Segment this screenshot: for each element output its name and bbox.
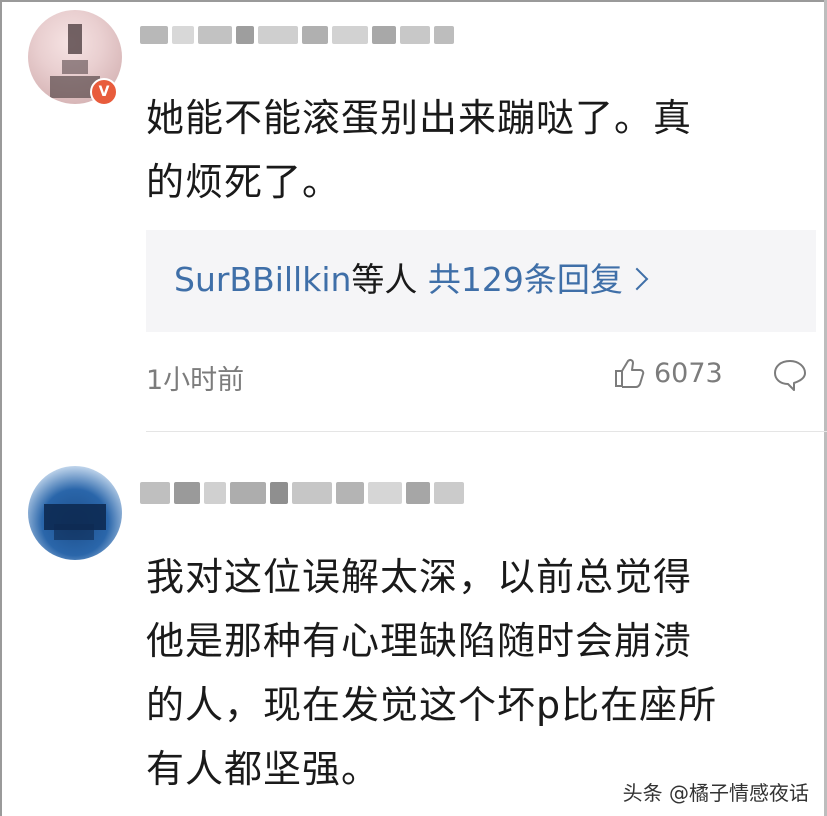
replies-preview-box[interactable]: SurBBillkin等人 共129条回复 <box>146 230 816 332</box>
like-button[interactable]: 6073 <box>612 356 723 390</box>
comment-text-line: 她能不能滚蛋别出来蹦哒了。真 <box>146 96 693 140</box>
comment-divider <box>146 431 827 432</box>
comment-text-line: 我对这位误解太深，以前总觉得 <box>146 555 693 599</box>
reply-count-link[interactable]: 共129条回复 <box>428 260 623 299</box>
reply-user-link[interactable]: SurBBillkin <box>174 260 351 299</box>
frame-border-top <box>0 0 827 2</box>
comment-text-line: 的烦死了。 <box>146 160 342 204</box>
thumbs-up-icon <box>615 358 645 388</box>
comment-text-line: 他是那种有心理缺陷随时会崩溃 <box>146 619 693 663</box>
comment-text-line: 的人，现在发觉这个坏p比在座所 <box>146 683 718 727</box>
watermark: 头条 @橘子情感夜话 <box>622 781 809 805</box>
chevron-right-icon <box>625 267 649 291</box>
comment-text-line: 有人都坚强。 <box>146 747 381 791</box>
like-count: 6073 <box>654 357 723 389</box>
speech-bubble-icon[interactable] <box>772 358 808 392</box>
reply-connector-text: 等人 <box>351 260 418 299</box>
username-blurred[interactable] <box>140 482 468 504</box>
username-blurred[interactable] <box>140 26 458 44</box>
verified-badge-icon: V <box>90 78 118 106</box>
comment-timestamp: 1小时前 <box>146 365 245 396</box>
avatar[interactable] <box>28 466 122 560</box>
frame-border-left <box>0 0 2 816</box>
